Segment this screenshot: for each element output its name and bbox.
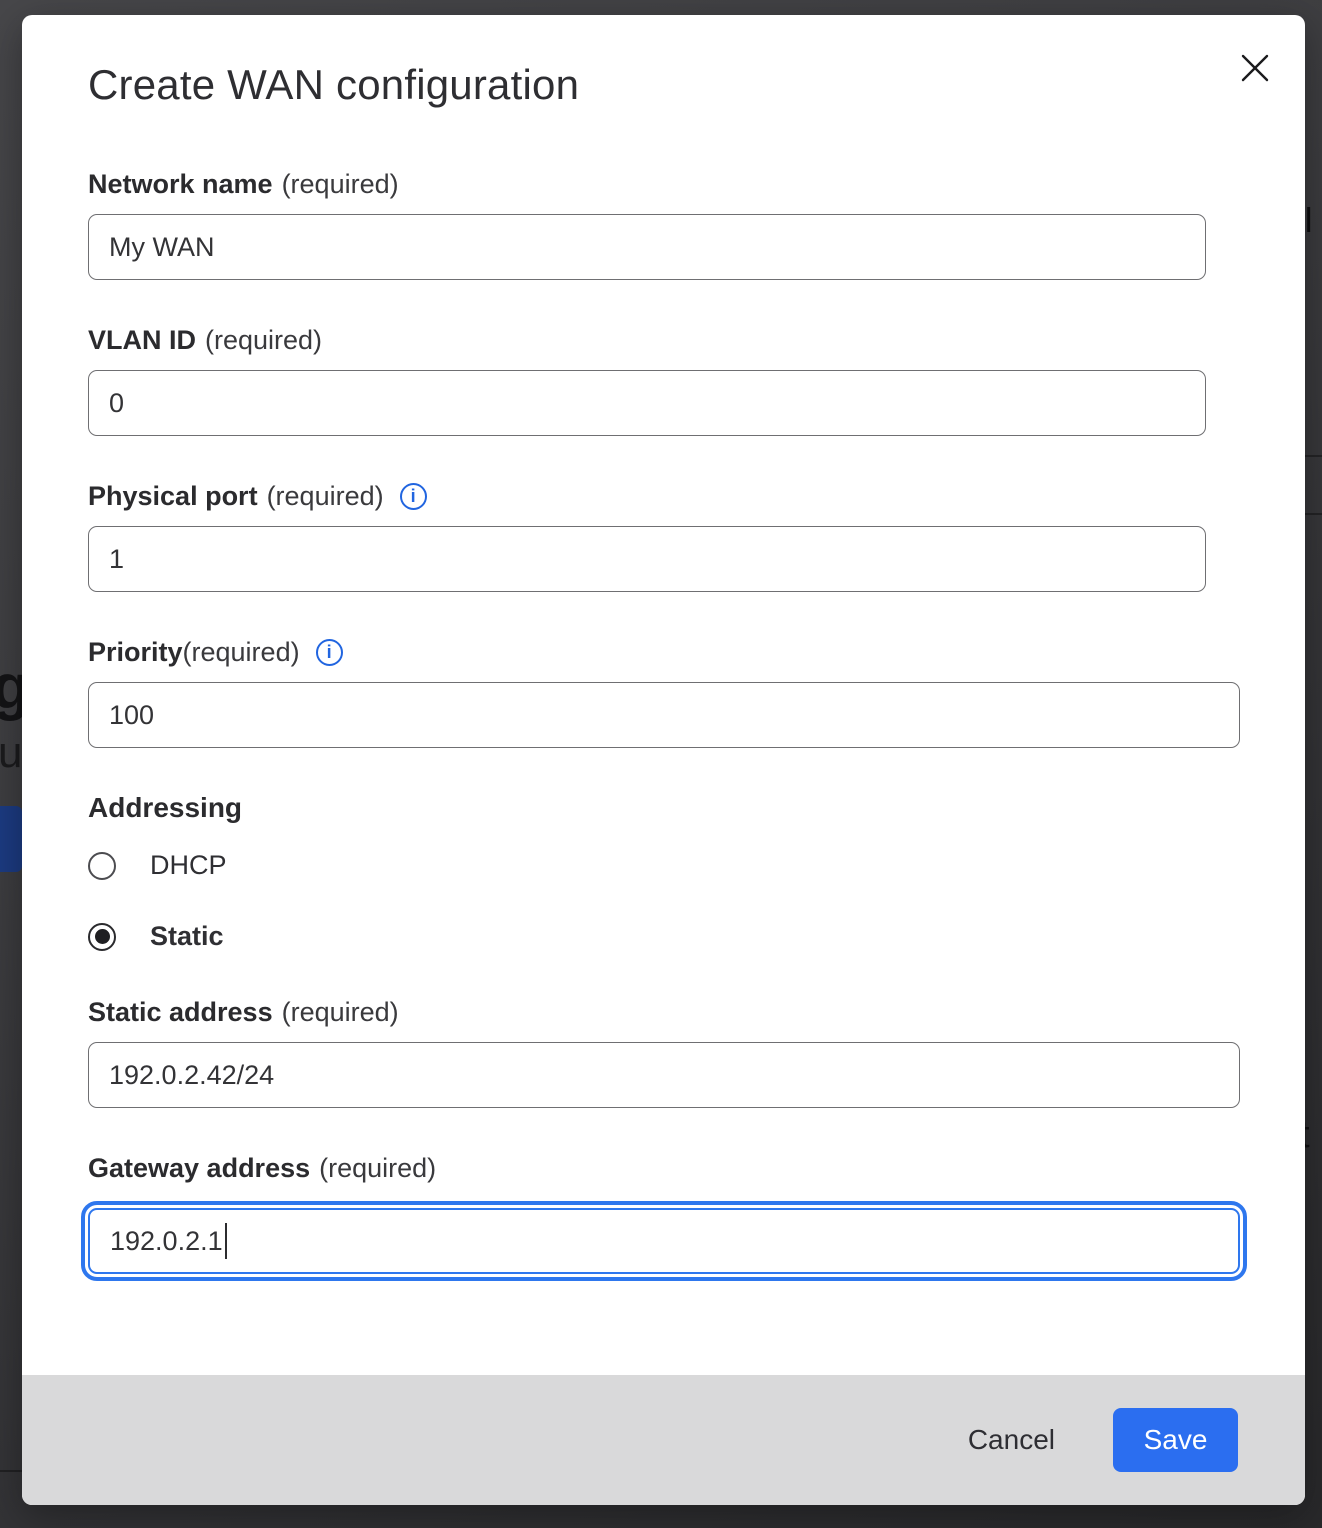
input-value: 100: [109, 700, 154, 731]
static-address-input[interactable]: 192.0.2.42/24: [88, 1042, 1240, 1108]
required-text: (required): [267, 480, 384, 512]
label-text: Gateway address: [88, 1152, 310, 1184]
cancel-button[interactable]: Cancel: [962, 1414, 1061, 1466]
gateway-address-input[interactable]: 192.0.2.1: [88, 1208, 1240, 1274]
close-button[interactable]: [1236, 49, 1274, 87]
radio-dot-icon: [95, 929, 110, 944]
dialog-footer: Cancel Save: [22, 1375, 1305, 1505]
required-text: (required): [282, 996, 399, 1028]
radio-static[interactable]: Static: [88, 921, 224, 952]
background-divider-fragment: [1303, 513, 1322, 515]
info-icon[interactable]: i: [400, 483, 427, 510]
required-text: (required): [319, 1152, 436, 1184]
save-button[interactable]: Save: [1113, 1408, 1238, 1472]
radio-circle-icon: [88, 923, 116, 951]
radio-dhcp[interactable]: DHCP: [88, 850, 227, 881]
background-divider-fragment: [0, 1470, 24, 1472]
label-text: Physical port: [88, 480, 258, 512]
radio-circle-icon: [88, 852, 116, 880]
background-text-fragment: u: [0, 728, 22, 778]
required-text: (required): [183, 636, 300, 668]
priority-input[interactable]: 100: [88, 682, 1240, 748]
label-text: Priority: [88, 636, 183, 668]
text-cursor: [225, 1223, 228, 1259]
static-address-label: Static address (required): [88, 996, 1305, 1028]
input-value: 192.0.2.42/24: [109, 1060, 274, 1091]
input-value: My WAN: [109, 232, 214, 263]
network-name-input[interactable]: My WAN: [88, 214, 1206, 280]
label-text: VLAN ID: [88, 324, 196, 356]
physical-port-input[interactable]: 1: [88, 526, 1206, 592]
background-button-fragment: [0, 806, 22, 872]
required-text: (required): [205, 324, 322, 356]
input-value: 0: [109, 388, 124, 419]
vlan-id-input[interactable]: 0: [88, 370, 1206, 436]
required-text: (required): [282, 168, 399, 200]
create-wan-dialog: Create WAN configuration Network name (r…: [22, 15, 1305, 1505]
input-value: 1: [109, 544, 124, 575]
radio-label: DHCP: [150, 850, 227, 881]
input-value: 192.0.2.1: [110, 1226, 223, 1257]
vlan-id-label: VLAN ID (required): [88, 324, 1305, 356]
physical-port-label: Physical port (required) i: [88, 480, 1305, 512]
dialog-title: Create WAN configuration: [88, 60, 1305, 110]
gateway-address-label: Gateway address (required): [88, 1152, 1305, 1184]
network-name-label: Network name (required): [88, 168, 1305, 200]
modal-overlay: g u t l t Create WAN configuration Netwo…: [0, 0, 1322, 1528]
label-text: Static address: [88, 996, 273, 1028]
radio-label: Static: [150, 921, 224, 952]
info-icon[interactable]: i: [316, 639, 343, 666]
background-divider-fragment: [1303, 455, 1322, 457]
label-text: Network name: [88, 168, 273, 200]
close-icon: [1240, 53, 1270, 83]
addressing-heading: Addressing: [88, 792, 1305, 824]
priority-label: Priority (required) i: [88, 636, 1305, 668]
